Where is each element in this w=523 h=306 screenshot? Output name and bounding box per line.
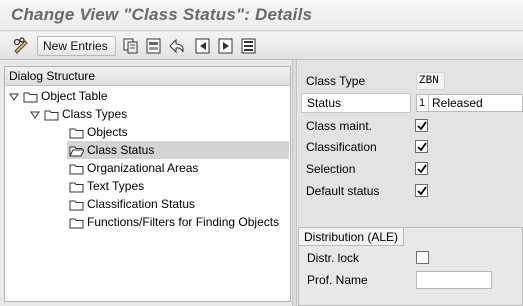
tree-item-text-types[interactable]: Text Types (69, 177, 144, 195)
select-all-icon[interactable] (239, 36, 259, 56)
class-type-row: Class Type ZBN (298, 71, 523, 91)
checkmark-icon (417, 164, 427, 174)
status-text-field: Released (428, 94, 523, 112)
status-code-field[interactable]: 1 (416, 94, 428, 112)
tree-item-classification-status[interactable]: Classification Status (69, 195, 195, 213)
tree-item-label: Objects (87, 125, 128, 139)
folder-icon (69, 218, 84, 229)
checkmark-icon (417, 186, 427, 196)
class-type-label: Class Type (306, 74, 366, 88)
tree-item-label: Text Types (87, 179, 145, 193)
expanded-node-icon[interactable] (30, 110, 40, 120)
selection-checkbox[interactable] (415, 162, 428, 175)
distr-lock-label: Distr. lock (307, 251, 360, 265)
folder-icon (23, 92, 38, 103)
tree-item-object-table[interactable]: Object Table (9, 87, 108, 105)
distr-lock-checkbox[interactable] (416, 251, 429, 264)
pane-splitter[interactable] (292, 60, 297, 306)
class-maint-checkbox[interactable] (415, 119, 428, 132)
page-title: Change View "Class Status": Details (11, 5, 313, 24)
distr-lock-row: Distr. lock (299, 248, 522, 268)
application-toolbar: New Entries (0, 32, 523, 60)
status-label: Status (301, 93, 411, 113)
edit-glasses-icon[interactable] (11, 36, 31, 56)
open-folder-icon (69, 146, 84, 157)
tree-item-label: Classification Status (87, 197, 196, 211)
distribution-group: Distribution (ALE) Distr. lock Prof. Nam… (298, 227, 523, 306)
class-type-field: ZBN (416, 72, 445, 90)
classification-label: Classification (306, 140, 377, 154)
title-bar: Change View "Class Status": Details (0, 0, 523, 31)
tree-item-label: Organizational Areas (87, 161, 199, 175)
new-entries-button[interactable]: New Entries (37, 36, 116, 56)
tree-item-label: Object Table (41, 89, 108, 103)
checkmark-icon (417, 121, 427, 131)
class-maint-label: Class maint. (306, 119, 373, 133)
undo-icon[interactable] (167, 36, 187, 56)
default-status-label: Default status (306, 184, 380, 198)
dialog-structure-pane: Dialog Structure Object Table Class Type… (4, 66, 291, 302)
dialog-structure-header: Dialog Structure (5, 67, 290, 86)
next-entry-icon[interactable] (216, 36, 236, 56)
tree-item-label: Functions/Filters for Finding Objects (87, 215, 280, 229)
folder-icon (69, 200, 84, 211)
class-maint-row: Class maint. (298, 116, 523, 136)
previous-entry-icon[interactable] (193, 36, 213, 56)
status-row: Status 1 Released (298, 93, 523, 113)
prof-name-field[interactable] (416, 271, 492, 289)
folder-icon (69, 182, 84, 193)
default-status-row: Default status (298, 181, 523, 201)
classification-checkbox[interactable] (415, 140, 428, 153)
selection-label: Selection (306, 162, 356, 176)
folder-icon (44, 110, 59, 121)
expanded-node-icon[interactable] (9, 92, 19, 102)
folder-icon (69, 128, 84, 139)
tree-item-label: Class Status (87, 143, 155, 157)
tree-item-class-status[interactable]: Class Status (67, 141, 289, 159)
selection-row: Selection (298, 159, 523, 179)
tree-item-class-types[interactable]: Class Types (30, 105, 127, 123)
distribution-group-title: Distribution (ALE) (299, 228, 405, 246)
tree-item-organizational-areas[interactable]: Organizational Areas (69, 159, 198, 177)
prof-name-label: Prof. Name (307, 273, 368, 287)
folder-icon (69, 164, 84, 175)
delete-icon[interactable] (144, 36, 164, 56)
tree-item-objects[interactable]: Objects (69, 123, 128, 141)
checkmark-icon (417, 142, 427, 152)
classification-row: Classification (298, 137, 523, 157)
copy-icon[interactable] (121, 36, 141, 56)
prof-name-row: Prof. Name (299, 270, 522, 290)
tree-item-label: Class Types (62, 107, 128, 121)
tree-item-functions-filters[interactable]: Functions/Filters for Finding Objects (69, 213, 279, 231)
default-status-checkbox[interactable] (415, 184, 428, 197)
